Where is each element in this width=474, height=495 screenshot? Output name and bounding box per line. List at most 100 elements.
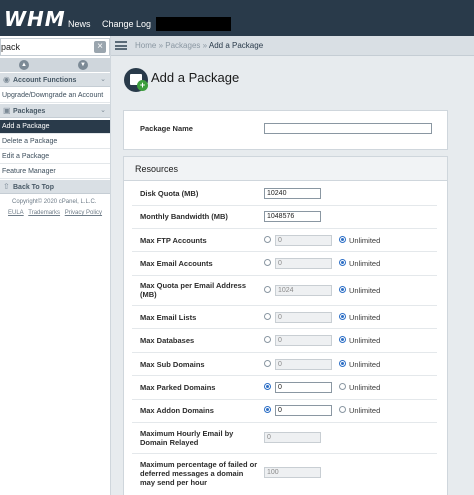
max-databases-limit-radio[interactable] xyxy=(264,336,271,343)
unlimited-label: Unlimited xyxy=(349,259,381,268)
row-divider xyxy=(132,228,437,229)
unlimited-label: Unlimited xyxy=(349,236,381,245)
back-to-top-label: Back To Top xyxy=(13,184,54,191)
row-divider xyxy=(132,375,437,376)
max-addon-domains-field[interactable]: 0 xyxy=(275,405,332,416)
max-email-quota-unlimited-radio[interactable] xyxy=(339,286,346,293)
package-name-field[interactable] xyxy=(264,123,432,134)
row-divider xyxy=(132,352,437,353)
packages-icon: ▣ xyxy=(3,106,11,115)
category-label: Account Functions xyxy=(13,77,77,84)
max-parked-domains-label: Max Parked Domains xyxy=(140,383,216,392)
max-email-lists-unlimited-radio[interactable] xyxy=(339,313,346,320)
max-failed-percentage-label: Maximum percentage of failed or deferred… xyxy=(140,460,258,487)
max-email-lists-limit-radio[interactable] xyxy=(264,313,271,320)
max-ftp-unlimited-radio[interactable] xyxy=(339,236,346,243)
copyright-text: Copyright© 2020 cPanel, L.L.C. xyxy=(12,199,97,205)
sidebar-item-edit-package[interactable]: Edit a Package xyxy=(0,150,110,164)
max-databases-field[interactable]: 0 xyxy=(275,335,332,346)
sidebar-item-upgrade-downgrade[interactable]: Upgrade/Downgrade an Account xyxy=(0,89,110,103)
sidebar-search-input[interactable]: pack × xyxy=(0,38,110,56)
max-databases-label: Max Databases xyxy=(140,336,195,345)
collapse-controls: ▲ ▼ xyxy=(0,58,110,72)
bandwidth-field[interactable]: 1048576 xyxy=(264,211,321,222)
unlimited-label: Unlimited xyxy=(349,313,381,322)
max-email-accounts-label: Max Email Accounts xyxy=(140,259,213,268)
breadcrumb-home[interactable]: Home xyxy=(135,41,156,50)
max-parked-domains-field[interactable]: 0 xyxy=(275,382,332,393)
nav-changelog-link[interactable]: Change Log xyxy=(102,19,151,29)
unlimited-label: Unlimited xyxy=(349,383,381,392)
collapse-all-icon[interactable]: ▲ xyxy=(19,60,29,70)
page-title: Add a Package xyxy=(151,70,240,85)
unlimited-label: Unlimited xyxy=(349,336,381,345)
max-parked-domains-unlimited-radio[interactable] xyxy=(339,383,346,390)
unlimited-label: Unlimited xyxy=(349,286,381,295)
max-hourly-email-field[interactable]: 0 xyxy=(264,432,321,443)
add-package-icon: + xyxy=(124,68,148,92)
sidebar-category-packages[interactable]: ▣ Packages ⌄ xyxy=(0,104,110,118)
breadcrumb-bar: Home » Packages » Add a Package xyxy=(111,36,474,56)
trademarks-link[interactable]: Trademarks xyxy=(28,210,60,216)
max-email-accounts-field[interactable]: 0 xyxy=(275,258,332,269)
row-divider xyxy=(132,205,437,206)
sidebar-item-delete-package[interactable]: Delete a Package xyxy=(0,135,110,149)
menu-toggle-icon[interactable] xyxy=(115,41,127,50)
sidebar: pack × ▲ ▼ ◉ Account Functions ⌄ Upgrade… xyxy=(0,36,111,495)
max-sub-domains-label: Max Sub Domains xyxy=(140,360,205,369)
disk-quota-label: Disk Quota (MB) xyxy=(140,189,199,198)
privacy-policy-link[interactable]: Privacy Policy xyxy=(65,210,102,216)
row-divider xyxy=(132,399,437,400)
max-sub-domains-unlimited-radio[interactable] xyxy=(339,360,346,367)
row-divider xyxy=(132,328,437,329)
max-addon-domains-label: Max Addon Domains xyxy=(140,406,214,415)
max-email-quota-field[interactable]: 1024 xyxy=(275,285,332,296)
max-ftp-label: Max FTP Accounts xyxy=(140,236,207,245)
breadcrumb-separator: » xyxy=(158,41,164,50)
max-sub-domains-limit-radio[interactable] xyxy=(264,360,271,367)
max-addon-domains-limit-radio[interactable] xyxy=(264,406,271,413)
package-name-label: Package Name xyxy=(140,124,193,133)
row-divider xyxy=(132,251,437,252)
max-ftp-limit-radio[interactable] xyxy=(264,236,271,243)
whm-logo[interactable]: WHM xyxy=(4,7,65,31)
breadcrumb-current: Add a Package xyxy=(208,41,264,50)
max-email-quota-label: Max Quota per Email Address (MB) xyxy=(140,281,247,299)
max-failed-percentage-field[interactable]: 100 xyxy=(264,467,321,478)
breadcrumb-separator: » xyxy=(202,41,208,50)
unlimited-label: Unlimited xyxy=(349,360,381,369)
max-databases-unlimited-radio[interactable] xyxy=(339,336,346,343)
expand-all-icon[interactable]: ▼ xyxy=(78,60,88,70)
breadcrumb-packages[interactable]: Packages xyxy=(165,41,200,50)
sidebar-item-add-package[interactable]: Add a Package xyxy=(0,120,110,134)
max-ftp-field[interactable]: 0 xyxy=(275,235,332,246)
max-addon-domains-unlimited-radio[interactable] xyxy=(339,406,346,413)
sidebar-item-feature-manager[interactable]: Feature Manager xyxy=(0,165,110,179)
unlimited-label: Unlimited xyxy=(349,406,381,415)
sidebar-category-account-functions[interactable]: ◉ Account Functions ⌄ xyxy=(0,73,110,87)
eula-link[interactable]: EULA xyxy=(8,210,24,216)
back-to-top-button[interactable]: ⇧ Back To Top xyxy=(0,180,110,194)
breadcrumb: Home » Packages » Add a Package xyxy=(135,41,263,50)
disk-quota-field[interactable]: 10240 xyxy=(264,188,321,199)
plus-icon: + xyxy=(137,80,148,91)
resources-title: Resources xyxy=(135,164,179,174)
nav-news-link[interactable]: News xyxy=(68,19,91,29)
max-email-quota-limit-radio[interactable] xyxy=(264,286,271,293)
max-email-accounts-unlimited-radio[interactable] xyxy=(339,259,346,266)
resources-header: Resources xyxy=(124,157,447,181)
search-value: pack xyxy=(1,42,21,52)
top-bar: WHM News Change Log xyxy=(0,0,474,36)
category-label: Packages xyxy=(13,108,46,115)
redacted-hostname xyxy=(156,17,231,31)
arrow-up-icon: ⇧ xyxy=(3,182,10,191)
row-divider xyxy=(132,305,437,306)
max-hourly-email-label: Maximum Hourly Email by Domain Relayed xyxy=(140,429,234,447)
max-email-lists-field[interactable]: 0 xyxy=(275,312,332,323)
clear-search-icon[interactable]: × xyxy=(94,41,106,53)
max-email-accounts-limit-radio[interactable] xyxy=(264,259,271,266)
max-email-lists-label: Max Email Lists xyxy=(140,313,197,322)
max-parked-domains-limit-radio[interactable] xyxy=(264,383,271,390)
max-sub-domains-field[interactable]: 0 xyxy=(275,359,332,370)
row-divider xyxy=(132,275,437,276)
